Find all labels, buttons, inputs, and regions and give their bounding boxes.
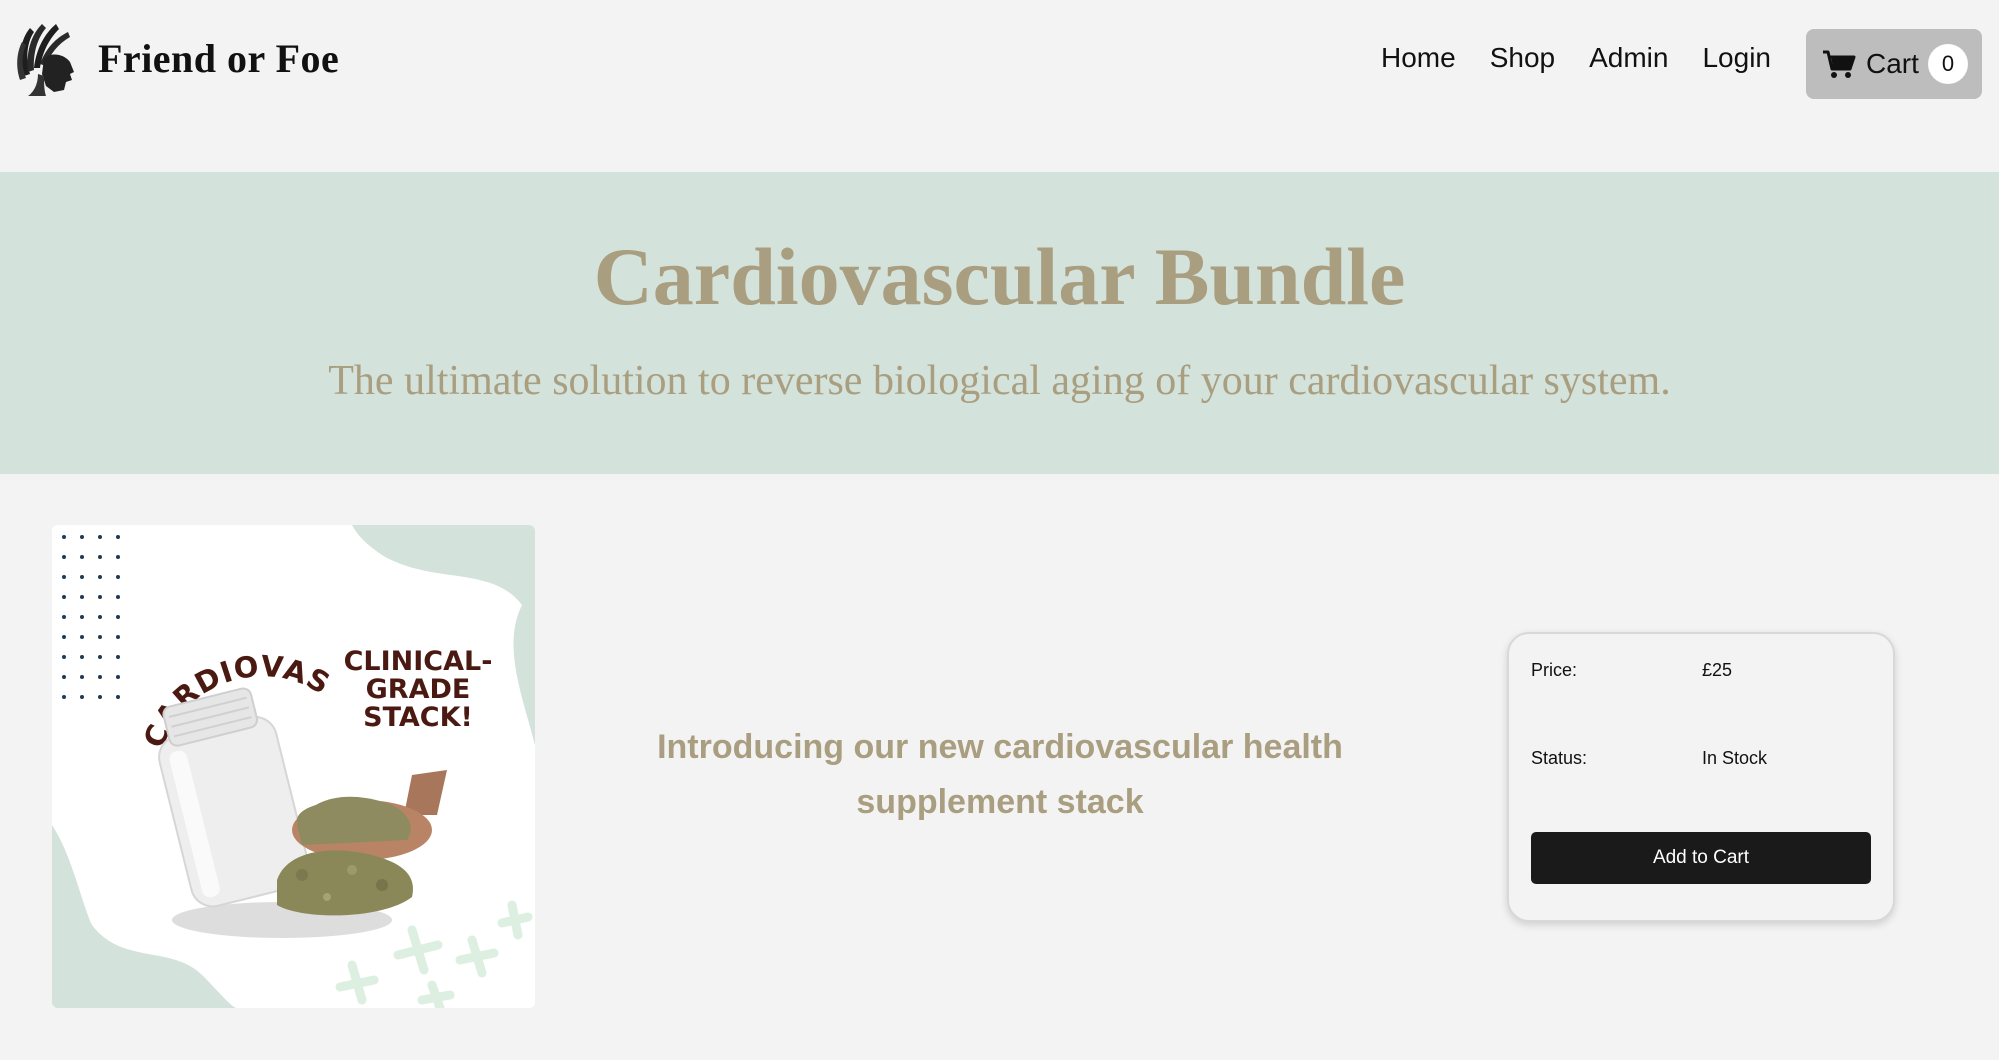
hero-banner: Cardiovascular Bundle The ultimate solut… [0,172,1999,474]
nav-admin-link[interactable]: Admin [1589,42,1668,74]
main-nav: Home Shop Admin Login [1381,42,1771,74]
badge-line-3: STACK! [363,702,473,733]
top-navbar: Friend or Foe Home Shop Admin Login Cart… [0,0,1999,128]
status-value: In Stock [1702,748,1768,768]
cart-label: Cart [1866,48,1919,79]
product-illustration: CARDIOVASCULAR CLINICAL- GRADE STACK! [52,525,535,1008]
product-intro: Introducing our new cardiovascular healt… [657,728,1343,821]
badge-line-2: GRADE [366,674,471,705]
add-to-cart-button[interactable]: Add to Cart [1531,832,1871,884]
price-label: Price: [1531,660,1578,680]
price-card: Price: £25 Status: In Stock Add to Cart [1507,632,1895,922]
price-value: £25 [1702,660,1733,680]
nav-shop-link[interactable]: Shop [1490,42,1555,74]
badge-line-1: CLINICAL- [344,646,493,677]
brand-name: Friend or Foe [98,35,340,81]
cart-count-badge: 0 [1928,44,1968,84]
brand[interactable]: Friend or Foe [16,18,339,98]
status-label: Status: [1531,748,1588,768]
chief-headdress-logo-icon [17,24,74,96]
product-image: CARDIOVASCULAR CLINICAL- GRADE STACK! [52,525,535,1008]
cart-button[interactable]: Cart 0 [1806,29,1982,99]
shopping-cart-icon [1823,50,1856,78]
page-subtitle: The ultimate solution to reverse biologi… [328,358,1671,404]
nav-login-link[interactable]: Login [1702,42,1771,74]
page-title: Cardiovascular Bundle [593,231,1406,322]
nav-home-link[interactable]: Home [1381,42,1456,74]
